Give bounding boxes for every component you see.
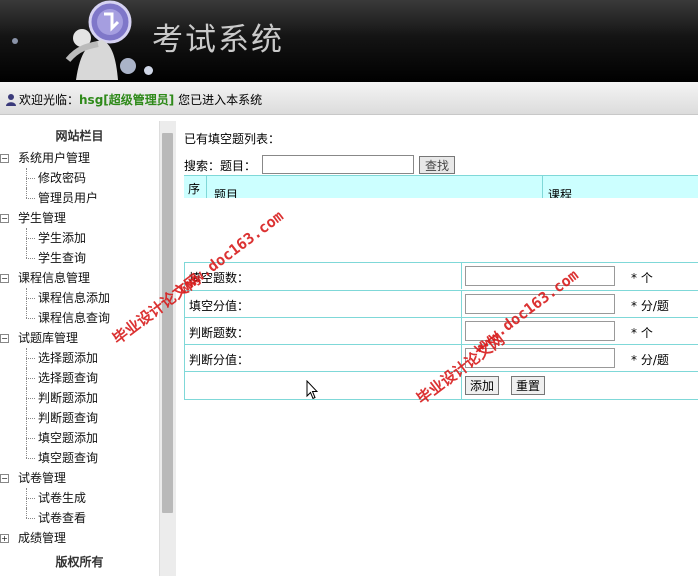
sidebar: 网站栏目 − 系统用户管理 修改密码 管理员用户 − 学生管理 学生添加 学生查询 − 课程信息管… bbox=[0, 121, 159, 576]
sidebar-group-label: 试卷管理 bbox=[18, 471, 67, 485]
sidebar-group-label: 系统用户管理 bbox=[18, 151, 91, 165]
sidebar-item[interactable]: 填空题查询 bbox=[0, 448, 159, 468]
question-list-table: 序 题目 课程 bbox=[184, 175, 698, 198]
expand-icon[interactable]: + bbox=[0, 534, 9, 543]
column-divider bbox=[461, 291, 462, 317]
main-content: 已有填空题列表： 搜索：题目： 查找 序 题目 课程 填空题数： * 个填空分值：… bbox=[176, 121, 698, 576]
search-button[interactable]: 查找 bbox=[419, 156, 455, 174]
sidebar-item[interactable]: 学生添加 bbox=[0, 228, 159, 248]
nav-tree: − 系统用户管理 修改密码 管理员用户 − 学生管理 学生添加 学生查询 − 课程信息管理 课程信息… bbox=[0, 148, 159, 548]
collapse-icon[interactable]: − bbox=[0, 274, 9, 283]
decor-dot bbox=[120, 58, 136, 74]
welcome-prefix: 欢迎光临： bbox=[19, 93, 80, 107]
form-label: 判断题数： bbox=[189, 326, 250, 340]
sidebar-item[interactable]: 填空题添加 bbox=[0, 428, 159, 448]
form-label: 判断分值： bbox=[189, 353, 250, 367]
column-divider bbox=[461, 318, 462, 344]
collapse-icon[interactable]: − bbox=[0, 154, 9, 163]
sidebar-group[interactable]: − 学生管理 bbox=[0, 208, 159, 228]
list-title: 已有填空题列表： bbox=[184, 132, 281, 146]
collapse-icon[interactable]: − bbox=[0, 214, 9, 223]
sidebar-item[interactable]: 选择题查询 bbox=[0, 368, 159, 388]
sidebar-item[interactable]: 学生查询 bbox=[0, 248, 159, 268]
column-divider bbox=[206, 176, 207, 198]
column-divider bbox=[542, 176, 543, 198]
sidebar-item[interactable]: 管理员用户 bbox=[0, 188, 159, 208]
copyright: 版权所有 bbox=[55, 555, 104, 569]
form-unit: * 个 bbox=[631, 271, 653, 285]
column-header-question: 题目 bbox=[214, 188, 239, 198]
app-title: 考试系统 bbox=[152, 22, 284, 58]
form-row: 判断分值： * 分/题 bbox=[185, 344, 698, 371]
sidebar-item[interactable]: 判断题添加 bbox=[0, 388, 159, 408]
form-label: 填空分值： bbox=[189, 299, 250, 313]
search-input[interactable] bbox=[262, 155, 414, 174]
sidebar-group-label: 成绩管理 bbox=[18, 531, 67, 545]
form-row: 判断题数： * 个 bbox=[185, 317, 698, 344]
collapse-icon[interactable]: − bbox=[0, 474, 9, 483]
form-unit: * 个 bbox=[631, 326, 653, 340]
user-icon bbox=[6, 94, 16, 106]
column-divider bbox=[461, 263, 462, 289]
search-label: 搜索：题目： bbox=[184, 159, 257, 173]
sidebar-title: 网站栏目 bbox=[55, 129, 104, 143]
sidebar-group[interactable]: − 系统用户管理 bbox=[0, 148, 159, 168]
sidebar-item[interactable]: 课程信息添加 bbox=[0, 288, 159, 308]
column-header-index: 序 bbox=[188, 182, 201, 196]
sidebar-item[interactable]: 试卷查看 bbox=[0, 508, 159, 528]
sidebar-group[interactable]: + 成绩管理 bbox=[0, 528, 159, 548]
sidebar-group[interactable]: − 试卷管理 bbox=[0, 468, 159, 488]
column-header-course: 课程 bbox=[548, 188, 573, 198]
welcome-bar: 欢迎光临：hsg[超级管理员] 您已进入本系统 bbox=[0, 82, 698, 115]
header-banner: 考试系统 bbox=[0, 0, 698, 82]
sidebar-item[interactable]: 修改密码 bbox=[0, 168, 159, 188]
scrollbar-thumb[interactable] bbox=[162, 133, 173, 513]
sidebar-group[interactable]: − 课程信息管理 bbox=[0, 268, 159, 288]
sidebar-item[interactable]: 试卷生成 bbox=[0, 488, 159, 508]
sidebar-group-label: 学生管理 bbox=[18, 211, 67, 225]
sidebar-item[interactable]: 选择题添加 bbox=[0, 348, 159, 368]
form-input[interactable] bbox=[465, 266, 615, 286]
username: hsg[超级管理员] bbox=[79, 93, 175, 107]
collapse-icon[interactable]: − bbox=[0, 334, 9, 343]
sidebar-group-label: 试题库管理 bbox=[18, 331, 79, 345]
decor-dot bbox=[144, 66, 153, 75]
welcome-suffix: 您已进入本系统 bbox=[174, 93, 263, 107]
reset-button[interactable]: 重置 bbox=[511, 376, 546, 395]
form-unit: * 分/题 bbox=[631, 353, 669, 367]
mouse-cursor-icon bbox=[306, 380, 318, 400]
sidebar-item[interactable]: 判断题查询 bbox=[0, 408, 159, 428]
form-unit: * 分/题 bbox=[631, 299, 669, 313]
form-row: 填空题数： * 个 bbox=[185, 263, 698, 289]
sidebar-scrollbar[interactable] bbox=[159, 121, 176, 576]
sidebar-group-label: 课程信息管理 bbox=[18, 271, 91, 285]
add-button[interactable]: 添加 bbox=[465, 376, 500, 395]
form-row: 填空分值： * 分/题 bbox=[185, 290, 698, 317]
decor-dot bbox=[12, 38, 18, 44]
